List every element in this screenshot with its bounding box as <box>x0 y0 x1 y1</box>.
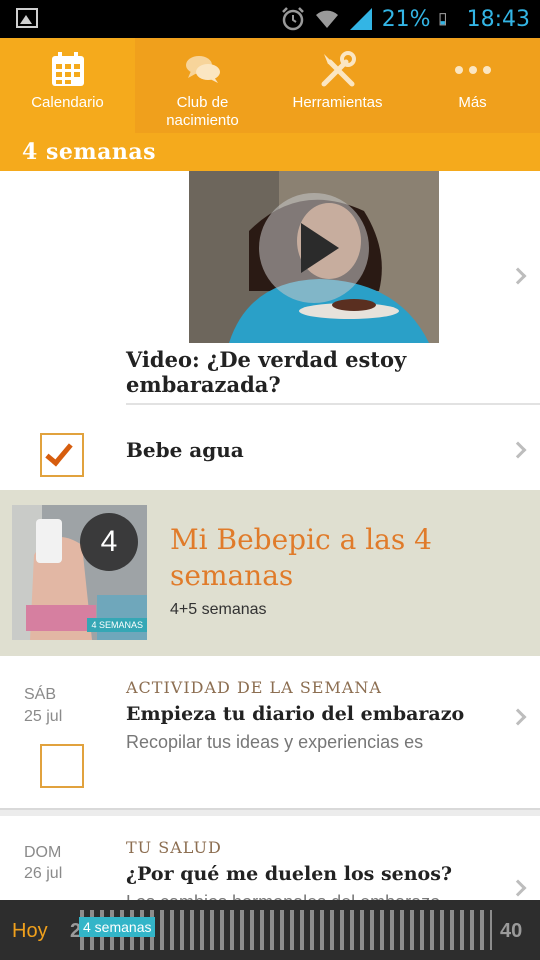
card-category: ACTIVIDAD DE LA SEMANA <box>126 678 382 697</box>
wifi-icon <box>315 10 338 28</box>
timeline-end: 40 <box>500 920 523 942</box>
card-category: TU SALUD <box>126 838 222 857</box>
week-title: 4 semanas <box>22 139 157 165</box>
chevron-right-icon <box>509 708 527 726</box>
card-date: 26 jul <box>24 865 63 882</box>
divider <box>126 403 540 405</box>
status-icons: 21% 18:43 <box>280 5 530 33</box>
battery-percent: 21% <box>381 6 431 32</box>
card-day: SÁB <box>24 686 57 703</box>
week-tag: 4 SEMANAS <box>87 618 147 632</box>
calendar-icon <box>51 52 84 86</box>
task-checkbox[interactable] <box>40 433 84 477</box>
tab-label: Herramientas <box>292 94 383 111</box>
bebepic-thumbnail[interactable]: 4 4 SEMANAS <box>12 505 147 640</box>
top-tab-bar: Calendario Club de nacimiento Herramient… <box>0 38 540 133</box>
tab-label: Club de nacimiento <box>166 94 239 129</box>
tab-mas[interactable]: Más <box>405 38 540 133</box>
card-title[interactable]: ¿Por qué me duelen los senos? <box>126 863 452 885</box>
current-week-marker[interactable]: 4 semanas <box>79 917 156 937</box>
image-notification-icon <box>16 8 38 28</box>
task-label: Bebe agua <box>126 438 244 462</box>
tab-label: Más <box>458 94 487 111</box>
status-bar: 21% 18:43 <box>0 0 540 38</box>
video-card[interactable]: Video: ¿De verdad estoy embarazada? <box>0 171 540 406</box>
card-description: Recopilar tus ideas y experiencias es <box>126 732 424 752</box>
play-icon[interactable] <box>259 193 369 303</box>
checkmark-icon <box>45 437 73 467</box>
tab-calendario[interactable]: Calendario <box>0 38 135 133</box>
video-thumbnail[interactable] <box>189 171 439 343</box>
bebepic-subtitle: 4+5 semanas <box>170 601 267 618</box>
chevron-right-icon <box>509 441 527 459</box>
card-description: Los cambios hormonales del embarazo <box>126 892 486 900</box>
chevron-right-icon <box>509 879 527 897</box>
tab-club-de-nacimiento[interactable]: Club de nacimiento <box>135 38 270 133</box>
card-title[interactable]: Empieza tu diario del embarazo <box>126 703 464 725</box>
video-title[interactable]: Video: ¿De verdad estoy embarazada? <box>126 347 486 397</box>
signal-icon <box>349 8 372 30</box>
activity-checkbox[interactable] <box>40 744 84 788</box>
tools-icon <box>321 51 356 87</box>
pregnancy-timeline[interactable]: Hoy 2 4 semanas 40 <box>0 900 540 960</box>
alarm-icon <box>281 7 304 31</box>
activity-card[interactable]: SÁB 25 jul ACTIVIDAD DE LA SEMANA Empiez… <box>0 656 540 808</box>
battery-icon <box>439 13 446 26</box>
card-date: 25 jul <box>24 708 63 725</box>
activity-card[interactable]: DOM 26 jul TU SALUD ¿Por qué me duelen l… <box>0 816 540 900</box>
more-dots-icon <box>454 66 491 74</box>
chevron-right-icon <box>509 267 527 285</box>
app-screen: 21% 18:43 Calendario Club de nacimiento … <box>0 0 540 960</box>
week-header: 4 semanas <box>0 133 540 171</box>
task-row[interactable]: Bebe agua <box>0 406 540 490</box>
card-day: DOM <box>24 844 62 861</box>
clock: 18:43 <box>466 6 530 32</box>
tab-herramientas[interactable]: Herramientas <box>270 38 405 133</box>
card-separator <box>0 808 540 816</box>
chat-bubbles-icon <box>185 56 220 83</box>
today-button[interactable]: Hoy <box>12 920 48 943</box>
tab-label: Calendario <box>31 94 104 111</box>
bebepic-card[interactable]: 4 4 SEMANAS Mi Bebepic a las 4 semanas 4… <box>0 490 540 656</box>
week-badge: 4 <box>80 513 138 571</box>
bebepic-title[interactable]: Mi Bebepic a las 4 semanas <box>170 522 510 594</box>
